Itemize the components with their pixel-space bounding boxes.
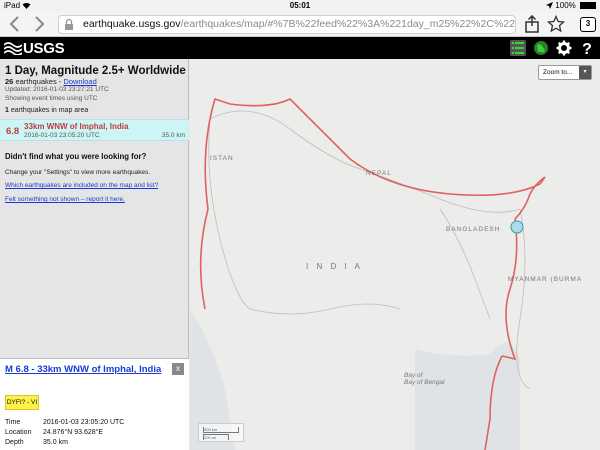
status-bar: iPad 05:01 100% xyxy=(0,0,600,12)
map-label-istan: ISTAN xyxy=(210,155,234,162)
map-label-bay-of-bengal: Bay of Bay of Bengal xyxy=(404,372,445,386)
forward-arrow-icon xyxy=(35,16,45,32)
event-place: 33km WNW of Imphal, India xyxy=(24,122,129,131)
scale-mi: 200 mi xyxy=(203,434,229,440)
event-popup: M 6.8 - 33km WNW of Imphal, India x DYFI… xyxy=(0,358,189,450)
map-scale: 300 km 200 mi xyxy=(198,423,244,442)
map-label-india: I N D I A xyxy=(306,262,363,271)
bookmark-star-icon[interactable] xyxy=(547,15,565,33)
url-host: earthquake.usgs.gov xyxy=(83,18,181,30)
settings-hint: Change your "Settings" to view more eart… xyxy=(5,169,151,176)
border-line xyxy=(249,303,401,315)
in-area-count: 1 earthquakes in map area xyxy=(5,107,89,114)
zoom-to-select[interactable]: Zoom to... ▾ xyxy=(538,65,592,80)
chevron-down-icon: ▾ xyxy=(579,66,591,79)
plate-boundary xyxy=(199,208,209,310)
not-found-heading: Didn't find what you were looking for? xyxy=(5,152,147,161)
detail-row-location: Location 24.876°N 93.628°E xyxy=(5,429,104,436)
feed-title: 1 Day, Magnitude 2.5+ Worldwide xyxy=(5,65,186,77)
tab-count-button[interactable]: 3 xyxy=(580,17,596,32)
battery-indicator: 100% xyxy=(546,1,596,10)
magnitude: 6.8 xyxy=(6,126,20,137)
event-depth: 35.0 km xyxy=(161,132,185,139)
which-earthquakes-link[interactable]: Which earthquakes are included on the ma… xyxy=(5,182,158,189)
svg-text:?: ? xyxy=(582,41,592,56)
share-icon[interactable] xyxy=(523,15,541,33)
earthquake-marker xyxy=(510,220,524,234)
dyfi-badge[interactable]: DYFI? - VI xyxy=(5,395,39,410)
map-label-myanmar: MYANMAR (BURMA xyxy=(508,276,583,283)
plate-boundary xyxy=(204,97,546,220)
event-time: 2016-01-03 23:05:20 UTC xyxy=(24,132,100,139)
map-area[interactable]: Zoom to... ▾ ISTAN NEPAL BANGLADESH I N … xyxy=(190,59,600,450)
gear-icon[interactable] xyxy=(556,40,572,56)
report-felt-link[interactable]: Felt something not shown – report it her… xyxy=(5,196,125,203)
detail-row-time: Time 2016-01-03 23:05:20 UTC xyxy=(5,419,125,426)
browser-toolbar: earthquake.usgs.gov/earthquakes/map/#%7B… xyxy=(0,12,600,37)
clock: 05:01 xyxy=(289,1,311,10)
back-button[interactable] xyxy=(6,15,24,33)
border-line xyxy=(208,118,251,310)
list-view-icon[interactable] xyxy=(510,40,526,56)
time-zone-note: Showing event times using UTC xyxy=(5,95,98,102)
url-path: /earthquakes/map/#%7B%22feed%22%3A%221da… xyxy=(180,18,515,30)
list-item[interactable]: 6.8 33km WNW of Imphal, India 2016-01-03… xyxy=(0,119,189,141)
plate-boundary xyxy=(501,218,518,361)
site-header: USGS ? xyxy=(0,37,600,59)
usgs-wave-logo-icon xyxy=(4,42,22,55)
close-button[interactable]: x xyxy=(172,363,184,375)
map-canvas xyxy=(190,97,546,450)
updated-time: Updated: 2016-01-03 23:27:21 UTC xyxy=(5,86,109,93)
map-label-nepal: NEPAL xyxy=(366,170,392,177)
map-label-bangladesh: BANGLADESH xyxy=(446,226,501,233)
earthquake-count: 26 earthquakes - Download xyxy=(5,77,97,86)
address-bar[interactable]: earthquake.usgs.gov/earthquakes/map/#%7B… xyxy=(58,15,516,34)
scale-km: 300 km xyxy=(203,427,239,433)
event-title-link[interactable]: M 6.8 - 33km WNW of Imphal, India xyxy=(5,364,165,375)
globe-map-view-icon[interactable] xyxy=(533,40,549,56)
forward-button[interactable] xyxy=(30,15,48,33)
battery-icon xyxy=(580,2,596,9)
border-line xyxy=(209,110,521,213)
location-arrow-icon xyxy=(546,2,554,9)
lock-icon xyxy=(65,19,73,30)
detail-row-depth: Depth 35.0 km xyxy=(5,439,68,446)
bay-of-bengal-water xyxy=(415,342,520,450)
help-question-icon[interactable]: ? xyxy=(579,40,595,56)
back-arrow-icon xyxy=(9,16,19,32)
download-link[interactable]: Download xyxy=(63,77,96,86)
usgs-logo[interactable]: USGS xyxy=(4,40,65,57)
